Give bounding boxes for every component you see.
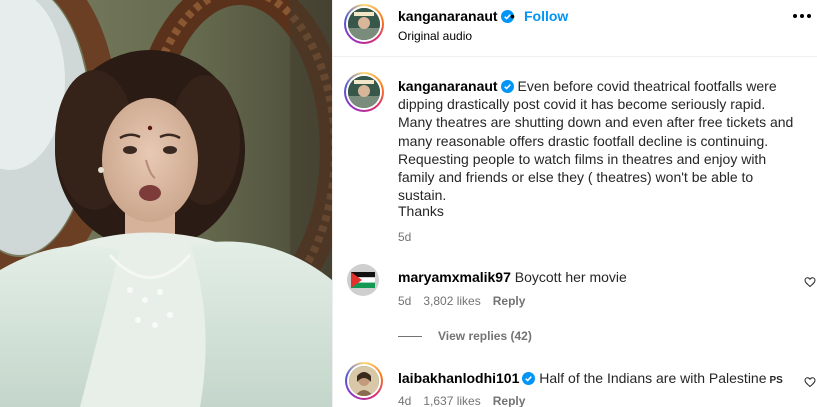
- reel-video[interactable]: [0, 0, 332, 407]
- replies-divider: [398, 336, 422, 338]
- comment-meta: 5d 3,802 likes Reply: [398, 294, 537, 308]
- video-frame: [0, 0, 332, 407]
- author-avatar[interactable]: [344, 4, 384, 44]
- author-username[interactable]: kanganaranaut: [398, 8, 514, 24]
- more-options-icon[interactable]: [793, 14, 813, 20]
- view-replies-button[interactable]: View replies (42): [398, 329, 532, 343]
- comment-trailing-text: PS: [769, 375, 783, 386]
- palestine-flag-avatar: [347, 264, 379, 296]
- audio-label[interactable]: Original audio: [398, 29, 472, 43]
- separator-dot: •: [510, 8, 515, 24]
- reply-button[interactable]: Reply: [493, 294, 526, 308]
- comment-likes[interactable]: 3,802 likes: [423, 294, 480, 308]
- caption-body: Even before covid theatrical footfalls w…: [398, 78, 794, 204]
- avatar-image: [349, 366, 379, 396]
- comment-username[interactable]: laibakhanlodhi101: [398, 370, 519, 386]
- avatar-image: [348, 8, 380, 40]
- caption-signoff: Thanks: [398, 203, 444, 219]
- verified-badge-icon: [500, 80, 514, 93]
- post-details-panel: kanganaranaut • Follow Original audio ka…: [332, 0, 817, 407]
- caption-username[interactable]: kanganaranaut: [398, 78, 498, 94]
- comment-body: maryamxmalik97 Boycott her movie: [398, 269, 627, 285]
- comment-username[interactable]: maryamxmalik97: [398, 269, 511, 285]
- caption-age[interactable]: 5d: [398, 230, 411, 244]
- avatar-image: [348, 76, 380, 108]
- post-caption: kanganaranaut Even before covid theatric…: [398, 77, 803, 204]
- reply-button[interactable]: Reply: [493, 394, 526, 407]
- comment-age[interactable]: 4d: [398, 394, 411, 407]
- comment-age[interactable]: 5d: [398, 294, 411, 308]
- comment-likes[interactable]: 1,637 likes: [423, 394, 480, 407]
- caption-avatar[interactable]: [344, 72, 384, 112]
- comment-meta: 4d 1,637 likes Reply: [398, 394, 537, 407]
- like-heart-icon[interactable]: [804, 276, 816, 288]
- comment-body: laibakhanlodhi101 Half of the Indians ar…: [398, 370, 783, 386]
- follow-button[interactable]: Follow: [524, 8, 568, 24]
- verified-badge-icon: [522, 372, 536, 385]
- post-header: kanganaranaut • Follow Original audio: [333, 0, 817, 57]
- comment-avatar[interactable]: [347, 264, 379, 296]
- like-heart-icon[interactable]: [804, 376, 816, 388]
- comment-avatar[interactable]: [345, 362, 383, 400]
